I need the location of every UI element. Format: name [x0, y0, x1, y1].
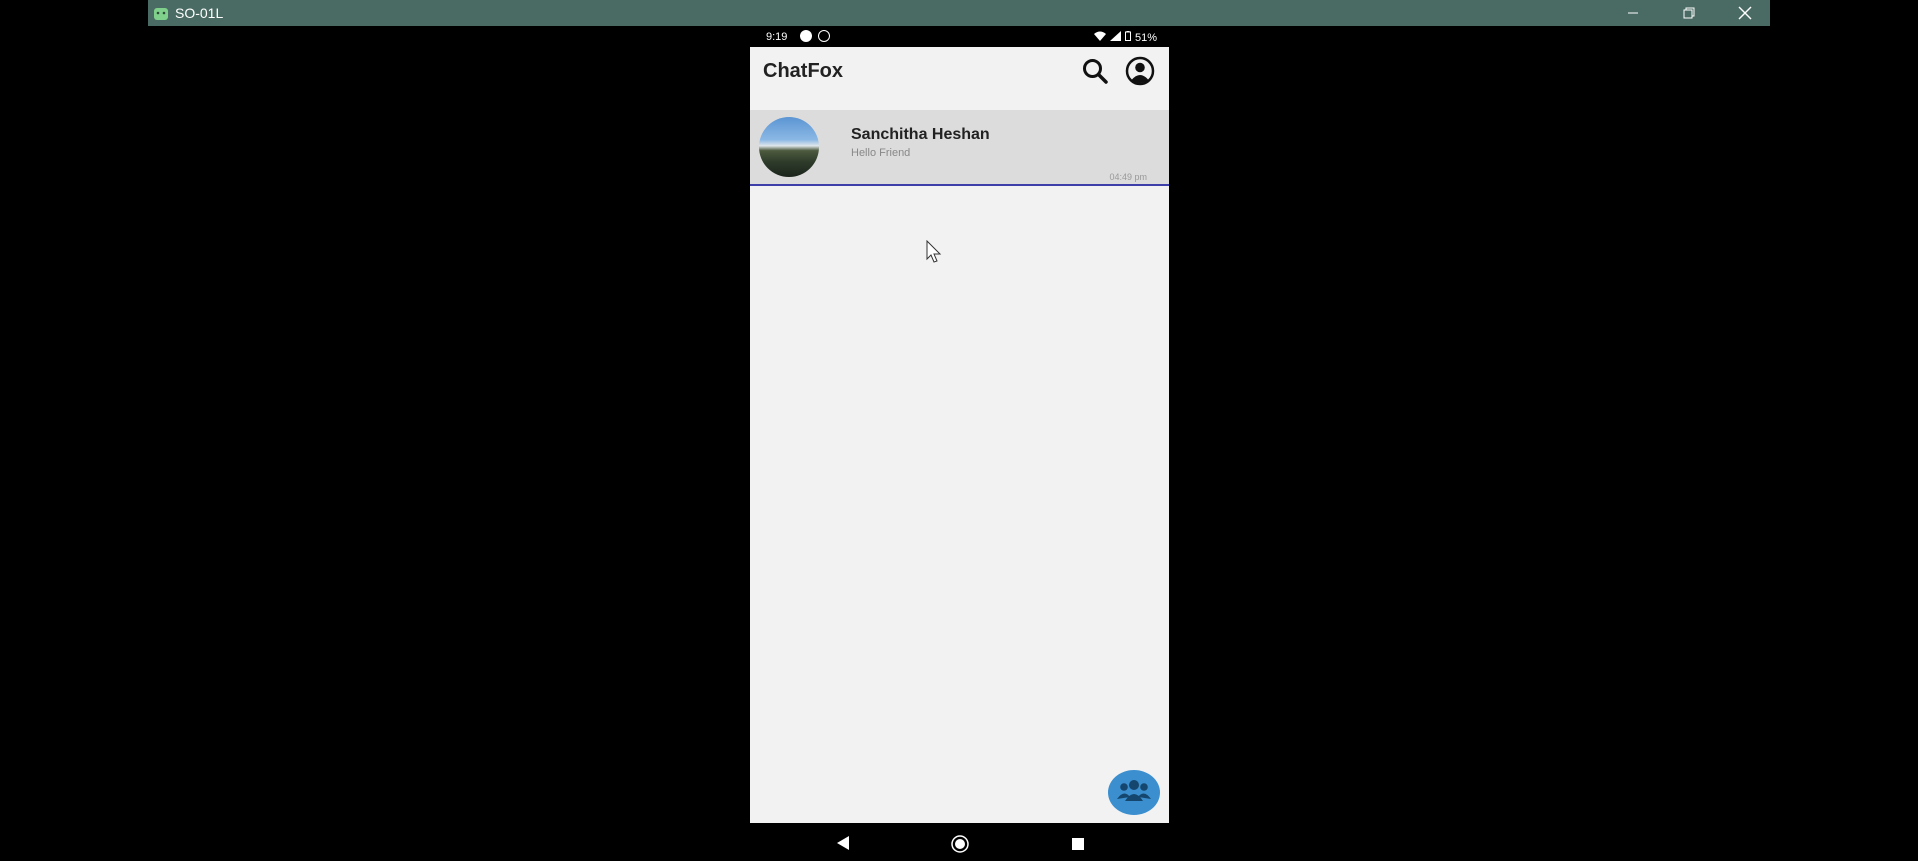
notification-icon	[818, 30, 830, 42]
group-chat-fab[interactable]	[1108, 770, 1160, 815]
app-bar: ChatFox	[750, 47, 1169, 109]
chat-list-item[interactable]: Sanchitha Heshan Hello Friend 04:49 pm	[750, 110, 1169, 186]
restore-button[interactable]	[1666, 0, 1712, 26]
minimize-button[interactable]	[1610, 0, 1656, 26]
android-nav-bar	[750, 823, 1169, 861]
wifi-icon	[1093, 31, 1106, 44]
phone-status-bar: 9:19 51%	[750, 26, 1169, 47]
close-button[interactable]	[1722, 0, 1768, 26]
back-icon[interactable]	[836, 836, 850, 855]
group-icon	[1117, 777, 1151, 808]
window-titlebar: SO-01L	[148, 0, 1770, 26]
search-icon[interactable]	[1081, 57, 1109, 85]
recents-icon[interactable]	[1072, 837, 1084, 855]
battery-percent: 51%	[1134, 31, 1157, 44]
android-app-icon	[153, 5, 169, 21]
account-circle-icon[interactable]	[1125, 56, 1155, 86]
status-indicators: 51%	[1093, 31, 1157, 44]
home-icon[interactable]	[951, 835, 969, 858]
chat-last-message: Hello Friend	[851, 147, 911, 159]
mouse-cursor-icon	[926, 239, 942, 264]
chat-list-screen: ChatFox Sanchitha Heshan Hello Friend 04…	[750, 47, 1169, 823]
chat-contact-name: Sanchitha Heshan	[851, 126, 990, 143]
avatar	[759, 117, 819, 177]
facebook-notification-icon	[800, 30, 812, 42]
app-title: ChatFox	[763, 60, 843, 82]
battery-icon	[1124, 31, 1131, 44]
chat-timestamp: 04:49 pm	[1109, 172, 1147, 182]
window-title: SO-01L	[175, 5, 224, 21]
status-time: 9:19	[766, 31, 788, 43]
signal-icon	[1109, 31, 1121, 44]
